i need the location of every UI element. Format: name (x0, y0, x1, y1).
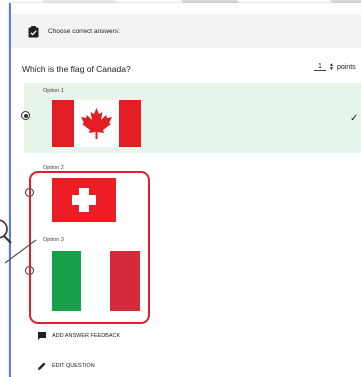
comment-icon (38, 332, 46, 340)
points-unit-label: points (336, 63, 356, 71)
question-type-label: Choose correct answers: (48, 27, 120, 35)
points-stepper[interactable]: ▲ ▼ (329, 63, 334, 72)
add-answer-feedback-button[interactable]: ADD ANSWER FEEDBACK (37, 331, 120, 341)
chevron-down-icon[interactable]: ▼ (329, 67, 334, 72)
pencil-icon (38, 362, 46, 370)
correct-check-icon: ✓ (350, 113, 359, 124)
edit-question-button[interactable]: EDIT QUESTION (37, 361, 95, 371)
maple-leaf-icon (81, 108, 112, 139)
clipboard-check-icon (28, 25, 39, 38)
question-type-header: Choose correct answers: (11, 14, 361, 48)
points-input[interactable]: 1 (314, 63, 326, 71)
question-text: Which is the flag of Canada? (22, 64, 131, 74)
points-field[interactable]: 1 ▲ ▼ points (314, 63, 356, 72)
option-1-radio[interactable] (21, 111, 30, 120)
add-answer-feedback-label: ADD ANSWER FEEDBACK (52, 333, 121, 339)
question-card: Choose correct answers: Which is the fla… (9, 3, 361, 377)
highlight-box (29, 171, 150, 324)
option-label: Option 1 (43, 88, 64, 94)
canada-flag (52, 100, 141, 147)
edit-question-label: EDIT QUESTION (52, 363, 95, 369)
callout-line (4, 239, 37, 264)
